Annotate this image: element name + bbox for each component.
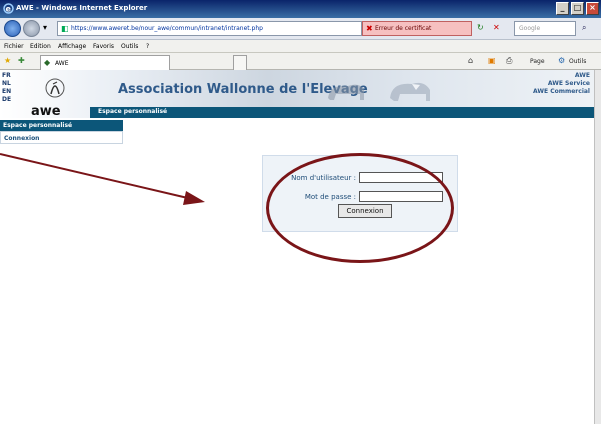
menu-favoris[interactable]: Favoris xyxy=(93,43,114,50)
menu-fichier[interactable]: Fichier xyxy=(4,43,24,50)
sidebar-item-connexion[interactable]: Connexion xyxy=(0,131,123,144)
tab-label: AWE xyxy=(55,60,69,67)
window-title: AWE - Windows Internet Explorer xyxy=(16,4,148,12)
address-toolbar: ▾ ◧ https://www.aweret.be/nour_awe/commu… xyxy=(0,18,601,40)
awe-emblem-icon xyxy=(45,78,65,98)
lang-nl[interactable]: NL xyxy=(2,80,11,87)
back-button[interactable] xyxy=(4,20,21,37)
forward-button[interactable] xyxy=(23,20,40,37)
maximize-button[interactable]: □ xyxy=(571,2,584,15)
awe-links: AWE AWE Service AWE Commercial xyxy=(533,72,590,96)
awe-logo[interactable]: awe xyxy=(31,104,61,119)
shield-warning-icon: ✖ xyxy=(366,24,373,33)
search-icon[interactable]: ⌕ xyxy=(582,23,586,33)
close-button[interactable]: × xyxy=(586,2,599,15)
nav-espace-personnalise[interactable]: Espace personnalisé xyxy=(98,108,167,115)
home-icon[interactable]: ⌂ xyxy=(468,56,473,66)
page-icon: ◧ xyxy=(61,24,69,33)
new-tab-button[interactable] xyxy=(233,55,247,70)
site-nav-bar: Espace personnalisé xyxy=(90,107,594,118)
favorites-star-icon[interactable]: ★ xyxy=(4,56,11,66)
stop-icon[interactable]: ✕ xyxy=(493,23,500,33)
print-icon[interactable]: ⎙ xyxy=(506,56,512,66)
svg-text:e: e xyxy=(6,5,12,14)
link-awe[interactable]: AWE xyxy=(533,72,590,80)
ie-logo-icon: e xyxy=(3,3,14,14)
sidebar-header: Espace personnalisé xyxy=(0,120,123,131)
cattle-banner-image xyxy=(328,82,430,101)
address-bar[interactable]: ◧ https://www.aweret.be/nour_awe/commun/… xyxy=(57,21,362,36)
lang-fr[interactable]: FR xyxy=(2,72,11,79)
menu-edition[interactable]: Edition xyxy=(30,43,51,50)
refresh-icon[interactable]: ↻ xyxy=(477,23,484,33)
site-banner: FR NL EN DE awe Association Wallonne de … xyxy=(0,70,594,119)
page-menu[interactable]: Page xyxy=(530,58,545,65)
tab-awe[interactable]: ◆ AWE xyxy=(40,55,170,70)
menu-affichage[interactable]: Affichage xyxy=(58,43,86,50)
tab-favicon-icon: ◆ xyxy=(44,58,51,67)
add-favorite-icon[interactable]: ✚ xyxy=(18,56,25,66)
menu-bar: Fichier Edition Affichage Favoris Outils… xyxy=(0,40,601,53)
history-dropdown-icon[interactable]: ▾ xyxy=(43,23,47,33)
address-url: https://www.aweret.be/nour_awe/commun/in… xyxy=(71,25,263,32)
annotation-ellipse xyxy=(266,153,454,263)
lang-en[interactable]: EN xyxy=(2,88,11,95)
tools-menu[interactable]: Outils xyxy=(569,58,586,65)
minimize-button[interactable]: _ xyxy=(556,2,569,15)
search-input[interactable]: Google xyxy=(514,21,576,36)
link-awe-commercial[interactable]: AWE Commercial xyxy=(533,88,590,96)
tools-gear-icon: ⚙ xyxy=(558,56,566,65)
menu-outils[interactable]: Outils xyxy=(121,43,138,50)
menu-help[interactable]: ? xyxy=(146,43,149,50)
certificate-error-badge[interactable]: ✖ Erreur de certificat xyxy=(362,21,472,36)
vertical-scrollbar[interactable] xyxy=(594,70,601,424)
search-placeholder: Google xyxy=(519,25,541,32)
tab-bar: ★ ✚ ◆ AWE ⌂ ▣ ⎙ Page ⚙ Outils xyxy=(0,53,601,70)
lang-de[interactable]: DE xyxy=(2,96,11,103)
feeds-icon[interactable]: ▣ xyxy=(488,56,496,66)
window-title-bar: e AWE - Windows Internet Explorer _ □ × xyxy=(0,0,601,18)
link-awe-service[interactable]: AWE Service xyxy=(533,80,590,88)
certificate-error-text: Erreur de certificat xyxy=(375,25,432,32)
